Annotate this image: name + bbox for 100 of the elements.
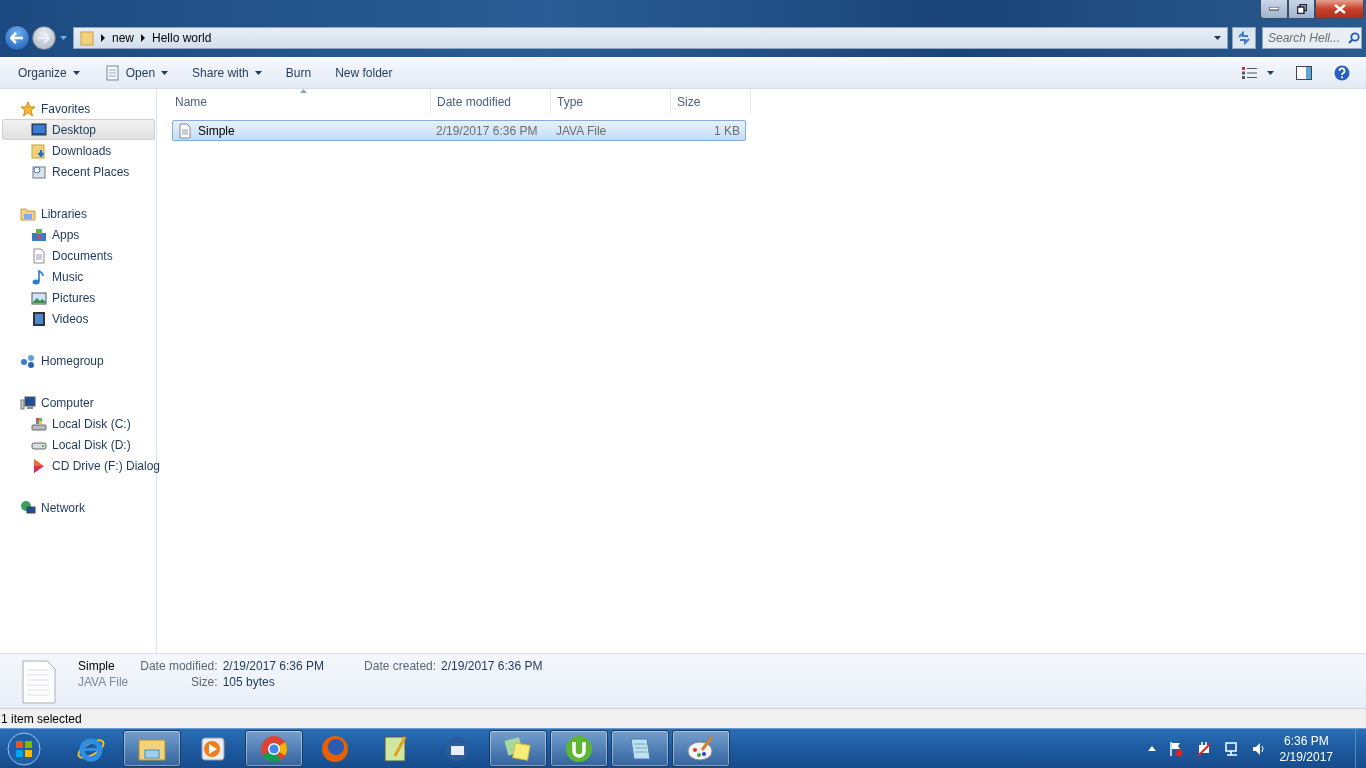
sort-arrow-icon [299,89,307,93]
people-network-icon [20,352,36,369]
palette-icon [686,733,716,764]
help-icon [1334,65,1350,81]
toolbar-button[interactable]: Burn [277,62,320,84]
arrow-right-icon [38,33,50,43]
music-note-icon [31,268,47,285]
caret-icon [161,71,169,75]
breadcrumb-item[interactable]: Hello world [152,31,212,45]
view-options-button[interactable] [1242,67,1274,79]
search-field[interactable]: Search Hell... [1268,31,1348,45]
restore-icon [1296,4,1307,14]
start-button[interactable] [4,729,44,768]
taskbar-button[interactable] [489,730,547,767]
breadcrumb-item[interactable]: new [112,31,134,45]
nav-item[interactable]: Music [2,266,155,287]
film-icon [31,310,47,327]
minimize-icon [1269,7,1279,11]
folder-icon [20,205,36,222]
property-value: 2/19/2017 6:36 PM [222,659,325,673]
arrow-left-icon [10,32,24,44]
monitor-icon [31,121,47,138]
notepad-icon [103,65,120,81]
star-icon [20,100,36,117]
history-dropdown[interactable] [58,34,69,42]
drive-icon [31,415,47,432]
taskbar-button[interactable] [245,730,303,767]
power-plug-icon [1195,740,1212,757]
document-icon [177,122,193,139]
nav-item[interactable]: Recent Places [2,161,155,182]
status-text: 1 item selected [1,711,82,726]
file-name: Simple [78,659,116,673]
maximize-button[interactable] [1288,0,1315,19]
table-cell: JAVA File [556,123,607,138]
nav-item[interactable]: Computer [0,392,156,413]
u-logo-icon [564,733,594,764]
taskbar-button[interactable] [672,730,730,767]
up-triangle-icon [1147,746,1156,751]
refresh-button[interactable] [1232,27,1256,49]
chrome-logo-icon [259,733,289,764]
clock[interactable]: 6:36 PM 2/19/2017 [1279,732,1333,765]
nav-item[interactable]: Network [0,497,156,518]
caret-icon [1267,71,1274,75]
refresh-arrows-icon [1237,31,1251,45]
address-bar[interactable]: new Hello world [73,27,1228,49]
column-header[interactable]: Type [551,90,671,113]
nav-item[interactable]: Pictures [2,287,155,308]
clock-time: 6:36 PM [1283,732,1329,749]
close-icon [1333,4,1346,14]
clock-date: 2/19/2017 [1279,748,1333,765]
chevron-icon [101,34,105,42]
property-label: Size: [189,675,218,689]
column-header[interactable]: Date modified [431,90,551,113]
file-type: JAVA File [78,675,129,689]
column-header[interactable]: Name [169,90,431,113]
folder-icon [80,30,94,46]
property-value: 2/19/2017 6:36 PM [441,659,543,673]
toolbar-button[interactable]: New folder [327,62,401,84]
caret-icon [1214,36,1221,40]
nav-item[interactable]: Local Disk (C:) [2,413,155,434]
nav-item[interactable]: Local Disk (D:) [2,434,155,455]
minimize-button[interactable] [1260,0,1288,19]
caret-icon [72,71,80,75]
nav-item[interactable]: Homegroup [0,350,156,371]
nav-item[interactable]: Favorites [0,98,156,119]
property-label: Date created: [364,659,437,673]
toolbar-button[interactable]: Organize [10,62,88,84]
nav-item[interactable]: Downloads [2,140,155,161]
document-icon [31,247,47,264]
nav-item[interactable]: Documents [2,245,155,266]
search-icon [1348,32,1360,44]
toolbox-icon [31,226,47,243]
network-monitor-icon [1223,740,1240,757]
file-row[interactable]: Simple 2/19/2017 6:36 PM JAVA File 1 KB [172,120,746,141]
computer-icon [20,394,36,411]
forward-button[interactable] [32,26,56,50]
taskbar-button[interactable] [123,730,181,767]
search-box[interactable]: Search Hell... [1262,27,1362,49]
property-label: Date modified: [140,659,218,673]
flag-icon [1167,740,1184,757]
preview-pane-icon [1296,66,1312,80]
nav-item[interactable]: Desktop [2,119,155,140]
caret-icon [60,36,67,40]
folder-icon [31,142,47,159]
list-view-icon [1242,67,1257,79]
taskbar-button[interactable] [611,730,669,767]
globe-monitor-icon [20,499,36,516]
table-cell: 1 KB [714,123,740,138]
close-button[interactable] [1315,0,1364,19]
nav-item[interactable]: Apps [2,224,155,245]
toolbar-button[interactable]: Share with [184,62,270,84]
taskbar-button[interactable] [550,730,608,767]
column-header[interactable]: Size [671,90,751,113]
table-cell: Simple [198,123,235,138]
nav-item[interactable]: Videos [2,308,155,329]
toolbar-button[interactable]: Open [95,61,177,85]
back-button[interactable] [4,25,30,51]
nav-item[interactable]: Libraries [0,203,156,224]
picture-icon [31,289,47,306]
property-value: 105 bytes [222,675,276,689]
